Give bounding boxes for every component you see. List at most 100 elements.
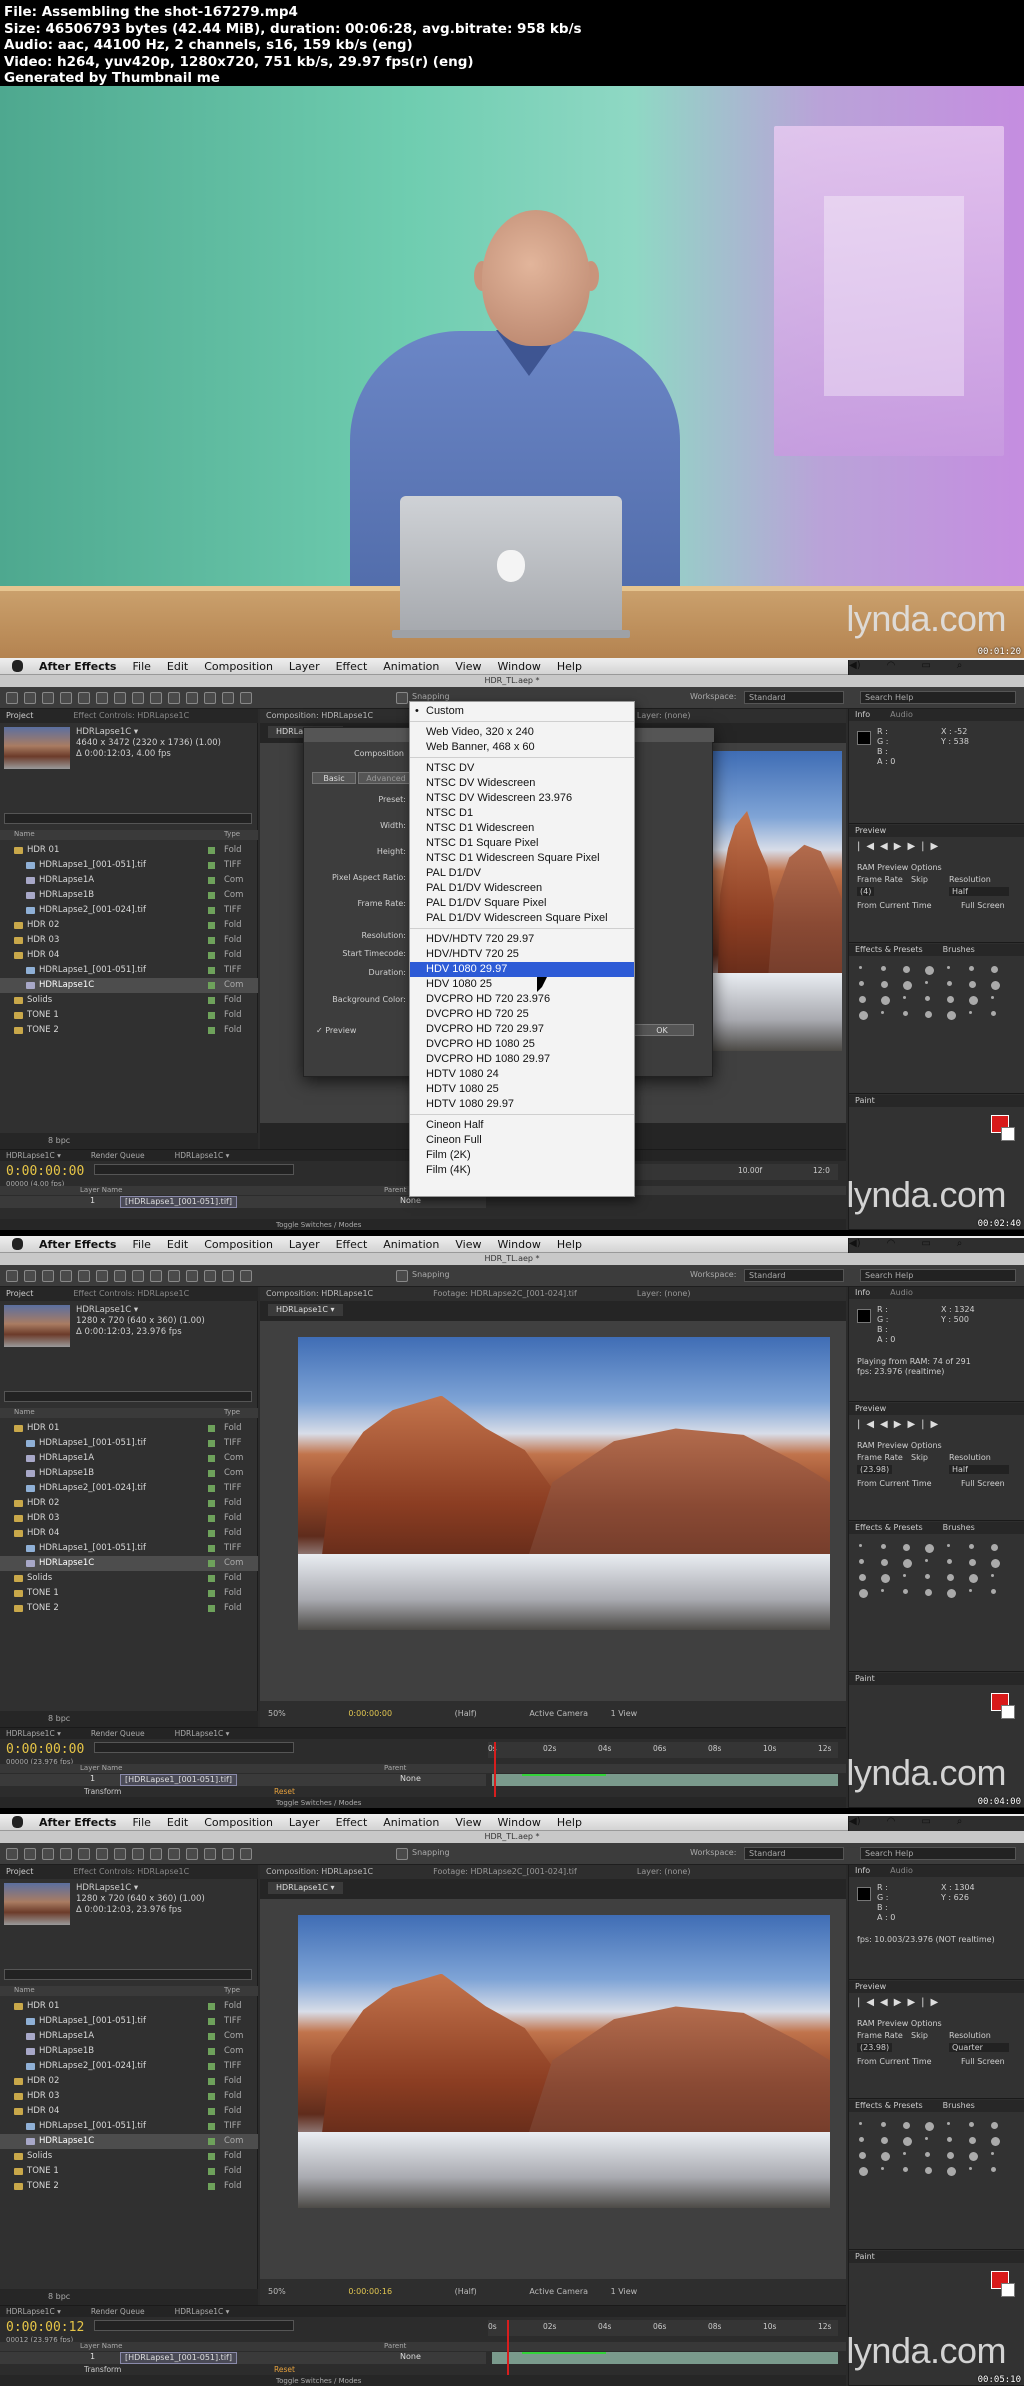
pan-behind-tool-icon[interactable] bbox=[96, 1270, 108, 1282]
tab-advanced[interactable]: Advanced bbox=[358, 772, 414, 784]
label-color-tag[interactable] bbox=[208, 847, 215, 854]
menu-layer[interactable]: Layer bbox=[289, 1238, 320, 1251]
current-timecode[interactable]: 0:00:00:12 bbox=[6, 2320, 84, 2335]
project-item[interactable]: TONE 1 Fold bbox=[0, 1008, 258, 1023]
menu-after-effects[interactable]: After Effects bbox=[39, 660, 116, 673]
brush-tip[interactable] bbox=[859, 2137, 864, 2142]
project-item[interactable]: HDR 01 Fold bbox=[0, 843, 258, 858]
search-help-input[interactable]: Search Help bbox=[860, 1847, 1016, 1860]
rotate-tool-icon[interactable] bbox=[60, 1848, 72, 1860]
preset-menu-item[interactable]: HDTV 1080 29.97 bbox=[410, 1097, 634, 1112]
brush-tip[interactable] bbox=[947, 966, 950, 969]
label-color-tag[interactable] bbox=[208, 2153, 215, 2160]
brush-tip[interactable] bbox=[859, 1544, 862, 1547]
info-tab[interactable]: Info Audio bbox=[849, 1865, 1024, 1877]
menu-help[interactable]: Help bbox=[557, 660, 582, 673]
brush-tip[interactable] bbox=[947, 2122, 950, 2125]
brush-tips-grid[interactable] bbox=[859, 1544, 1009, 1604]
brush-tip[interactable] bbox=[947, 2152, 954, 2159]
label-color-tag[interactable] bbox=[208, 862, 215, 869]
zoom-tool-icon[interactable] bbox=[42, 1848, 54, 1860]
ram-preview-options[interactable]: RAM Preview Options bbox=[857, 1441, 942, 1450]
from-current-time-checkbox[interactable]: From Current Time bbox=[857, 901, 932, 910]
paint-tab[interactable]: Paint bbox=[849, 1095, 1024, 1107]
zoom-tool-icon[interactable] bbox=[42, 1270, 54, 1282]
timeline-tabs[interactable]: HDRLapse1C ▾ Render Queue HDRLapse1C ▾ bbox=[0, 1728, 846, 1739]
project-item[interactable]: TONE 1 Fold bbox=[0, 2164, 258, 2179]
project-item[interactable]: HDRLapse1_[001-051].tif TIFF bbox=[0, 1436, 258, 1451]
preset-menu-item[interactable]: PAL D1/DV Square Pixel bbox=[410, 896, 634, 911]
project-item[interactable]: HDR 01 Fold bbox=[0, 1421, 258, 1436]
toggle-switches-modes[interactable]: Toggle Switches / Modes bbox=[0, 2375, 846, 2386]
label-color-tag[interactable] bbox=[208, 877, 215, 884]
project-item[interactable]: HDRLapse2_[001-024].tif TIFF bbox=[0, 1481, 258, 1496]
label-color-tag[interactable] bbox=[208, 1590, 215, 1597]
brush-tip[interactable] bbox=[881, 1559, 888, 1566]
brush-tip[interactable] bbox=[859, 1574, 866, 1581]
roto-tool-icon[interactable] bbox=[222, 1270, 234, 1282]
brush-tip[interactable] bbox=[947, 1589, 956, 1598]
menu-window[interactable]: Window bbox=[497, 1238, 540, 1251]
brush-tip[interactable] bbox=[947, 981, 952, 986]
preset-menu-item[interactable]: PAL D1/DV bbox=[410, 866, 634, 881]
resolution-select[interactable]: Half bbox=[949, 887, 1009, 896]
menu-after-effects[interactable]: After Effects bbox=[39, 1238, 116, 1251]
project-item[interactable]: HDRLapse1B Com bbox=[0, 1466, 258, 1481]
brush-tips-grid[interactable] bbox=[859, 2122, 1009, 2182]
preset-menu-item[interactable]: HDV 1080 25 bbox=[410, 977, 634, 992]
brush-tip[interactable] bbox=[969, 996, 978, 1005]
brush-tip[interactable] bbox=[925, 1574, 930, 1579]
project-item[interactable]: HDR 03 Fold bbox=[0, 933, 258, 948]
roto-tool-icon[interactable] bbox=[222, 1848, 234, 1860]
brush-tip[interactable] bbox=[881, 1011, 884, 1014]
label-color-tag[interactable] bbox=[208, 1500, 215, 1507]
preview-tab[interactable]: Preview bbox=[849, 825, 1024, 837]
brush-tip[interactable] bbox=[947, 996, 954, 1003]
brush-tip[interactable] bbox=[859, 1011, 868, 1020]
menu-edit[interactable]: Edit bbox=[167, 1816, 188, 1829]
puppet-tool-icon[interactable] bbox=[240, 1270, 252, 1282]
label-color-tag[interactable] bbox=[208, 1485, 215, 1492]
project-item[interactable]: HDRLapse1A Com bbox=[0, 2029, 258, 2044]
project-item[interactable]: HDR 02 Fold bbox=[0, 918, 258, 933]
hand-tool-icon[interactable] bbox=[24, 1848, 36, 1860]
zoom-tool-icon[interactable] bbox=[42, 692, 54, 704]
camera-select[interactable]: Active Camera bbox=[529, 2287, 588, 2296]
brush-tip[interactable] bbox=[881, 1544, 886, 1549]
project-item[interactable]: HDRLapse1_[001-051].tif TIFF bbox=[0, 858, 258, 873]
from-current-time-checkbox[interactable]: From Current Time bbox=[857, 2057, 932, 2066]
brush-tip[interactable] bbox=[859, 2152, 866, 2159]
preset-menu-item[interactable]: NTSC D1 bbox=[410, 806, 634, 821]
brush-tip[interactable] bbox=[925, 2137, 928, 2140]
menu-composition[interactable]: Composition bbox=[204, 1816, 273, 1829]
preset-menu-item[interactable]: Cineon Half bbox=[410, 1118, 634, 1133]
preview-tab[interactable]: Preview bbox=[849, 1981, 1024, 1993]
project-item[interactable]: HDR 04 Fold bbox=[0, 2104, 258, 2119]
project-tab[interactable]: Project Effect Controls: HDRLapse1C bbox=[0, 1865, 258, 1879]
info-tab[interactable]: Info Audio bbox=[849, 709, 1024, 721]
label-color-tag[interactable] bbox=[208, 1545, 215, 1552]
reset-link[interactable]: Reset bbox=[274, 1787, 334, 1796]
clone-tool-icon[interactable] bbox=[186, 1270, 198, 1282]
frame-rate-select[interactable]: (23.98) bbox=[857, 2043, 893, 2052]
project-item[interactable]: HDRLapse2_[001-024].tif TIFF bbox=[0, 2059, 258, 2074]
preset-menu-item[interactable]: HDV/HDTV 720 25 bbox=[410, 947, 634, 962]
current-timecode[interactable]: 0:00:00:00 bbox=[6, 1742, 84, 1757]
menu-layer[interactable]: Layer bbox=[289, 1816, 320, 1829]
brush-tip[interactable] bbox=[903, 996, 906, 999]
menu-composition[interactable]: Composition bbox=[204, 1238, 273, 1251]
project-item[interactable]: HDRLapse1B Com bbox=[0, 888, 258, 903]
transform-group[interactable]: Transform Reset bbox=[84, 2365, 295, 2374]
brush-tip[interactable] bbox=[969, 1589, 972, 1592]
brush-tip[interactable] bbox=[925, 2152, 930, 2157]
brush-tip[interactable] bbox=[969, 2167, 972, 2170]
preview-tab[interactable]: Preview bbox=[849, 1403, 1024, 1415]
label-color-tag[interactable] bbox=[208, 1440, 215, 1447]
brush-tip[interactable] bbox=[859, 1589, 868, 1598]
effects-presets-tab[interactable]: Effects & Presets Brushes bbox=[849, 944, 1024, 956]
brush-tip[interactable] bbox=[991, 966, 998, 973]
menu-help[interactable]: Help bbox=[557, 1816, 582, 1829]
pen-tool-icon[interactable] bbox=[132, 1848, 144, 1860]
composition-viewer[interactable] bbox=[260, 1321, 846, 1701]
brush-tip[interactable] bbox=[991, 1544, 998, 1551]
